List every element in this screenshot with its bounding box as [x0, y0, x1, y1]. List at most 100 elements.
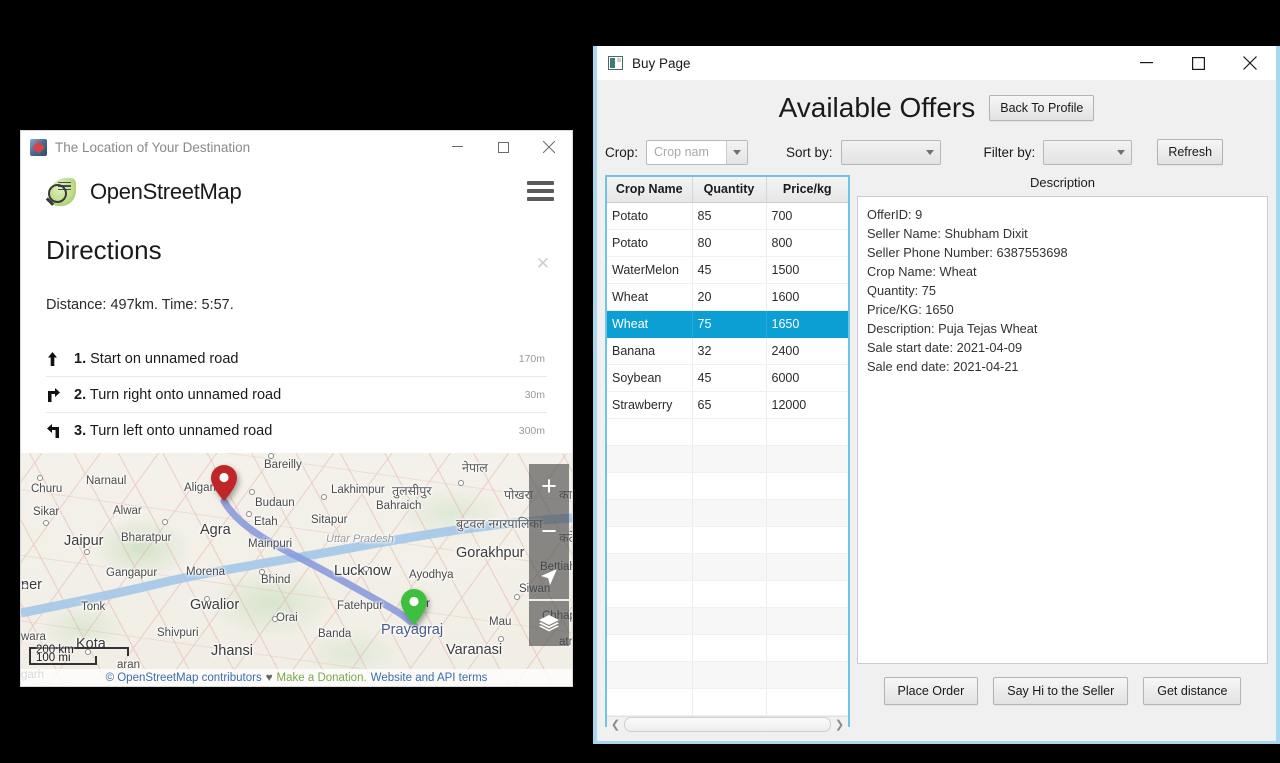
page-title: Available Offers — [778, 91, 976, 123]
buy-page-header: Available Offers Back To Profile — [597, 81, 1276, 123]
osm-maximize-button[interactable] — [480, 131, 526, 163]
table-row-empty[interactable] — [607, 688, 848, 716]
table-row[interactable]: Banana 32 2400 — [607, 337, 848, 365]
description-line: OfferID: 9 — [867, 207, 923, 222]
map-label: Orai — [276, 612, 298, 624]
back-to-profile-button[interactable]: Back To Profile — [989, 94, 1095, 121]
directions-step[interactable]: 1. Start on unnamed road 170m — [46, 341, 547, 377]
cell-price: 700 — [766, 202, 848, 230]
offers-table[interactable]: Crop Name Quantity Price/kg Potato 85 70… — [607, 177, 848, 716]
cell-price: 1500 — [766, 256, 848, 284]
table-row[interactable]: Potato 85 700 — [607, 202, 848, 230]
column-header-crop-name[interactable]: Crop Name — [607, 177, 693, 203]
table-row-empty[interactable] — [607, 580, 848, 608]
buy-maximize-button[interactable] — [1172, 46, 1224, 80]
chevron-down-icon[interactable] — [920, 141, 940, 164]
sort-by-combobox[interactable] — [840, 139, 941, 165]
place-order-button[interactable]: Place Order — [883, 677, 979, 705]
get-distance-button[interactable]: Get distance — [1143, 677, 1242, 705]
make-donation-link[interactable]: Make a Donation. — [277, 672, 367, 684]
directions-panel: Directions ✕ Distance: 497km. Time: 5:57… — [21, 235, 572, 448]
zoom-out-button[interactable]: − — [529, 509, 569, 554]
table-row-empty[interactable] — [607, 526, 848, 554]
say-hi-to-seller-button[interactable]: Say Hi to the Seller — [993, 677, 1129, 705]
osm-minimize-button[interactable] — [434, 131, 480, 163]
table-row[interactable]: WaterMelon 45 1500 — [607, 256, 848, 284]
cell-crop-name: Wheat — [607, 310, 693, 338]
directions-step[interactable]: 3. Turn left onto unnamed road 300m — [46, 413, 547, 448]
table-row-empty[interactable] — [607, 418, 848, 446]
column-header-price[interactable]: Price/kg — [766, 177, 848, 203]
map-scale-imperial: 100 mi — [36, 652, 71, 664]
map-label: Lakhimpur — [331, 484, 385, 496]
buy-page-titlebar: Buy Page — [597, 46, 1276, 81]
table-row[interactable]: Soybean 45 6000 — [607, 364, 848, 392]
locate-arrow-icon[interactable] — [529, 554, 569, 599]
website-api-terms-link[interactable]: Website and API terms — [371, 672, 488, 684]
crop-name-combobox[interactable]: Crop nam — [646, 139, 749, 165]
table-row-empty[interactable] — [607, 445, 848, 473]
map-label: Shivpuri — [157, 627, 199, 639]
chevron-right-icon[interactable]: ❯ — [832, 718, 847, 731]
table-row-empty[interactable] — [607, 634, 848, 662]
table-row[interactable]: Wheat 20 1600 — [607, 283, 848, 311]
description-line: Description: Puja Tejas Wheat — [867, 321, 1038, 336]
description-line: Seller Name: Shubham Dixit — [867, 226, 1028, 241]
table-row-empty[interactable] — [607, 499, 848, 527]
directions-step[interactable]: 2. Turn right onto unnamed road 30m — [46, 377, 547, 413]
table-row-empty[interactable] — [607, 607, 848, 635]
hamburger-menu-icon[interactable] — [527, 181, 554, 205]
osm-window-title: The Location of Your Destination — [55, 139, 251, 155]
column-header-quantity[interactable]: Quantity — [692, 177, 767, 203]
zoom-in-button[interactable]: + — [529, 464, 569, 509]
buy-minimize-button[interactable] — [1120, 46, 1172, 80]
buy-close-button[interactable] — [1224, 46, 1276, 80]
osm-close-button[interactable] — [526, 131, 572, 163]
table-row-empty[interactable] — [607, 661, 848, 689]
osm-contributors-link[interactable]: © OpenStreetMap contributors — [106, 672, 262, 684]
description-line: Quantity: 75 — [867, 283, 937, 298]
origin-marker-green[interactable] — [401, 589, 427, 625]
table-row[interactable]: Strawberry 65 12000 — [607, 391, 848, 419]
directions-summary: Distance: 497km. Time: 5:57. — [46, 297, 234, 313]
layers-stack-icon[interactable] — [529, 601, 569, 646]
description-textarea[interactable]: OfferID: 9 Seller Name: Shubham Dixit Se… — [857, 196, 1268, 664]
map-label: wara — [21, 631, 46, 643]
table-row-empty[interactable] — [607, 472, 848, 500]
table-row-empty[interactable] — [607, 553, 848, 581]
filter-by-combobox[interactable] — [1043, 139, 1133, 165]
table-row-selected[interactable]: Wheat 75 1650 — [607, 310, 848, 338]
map-canvas[interactable]: Churu Narnaul Sikar Alwar Aligarh Budaun… — [21, 453, 572, 686]
description-line: Sale start date: 2021-04-09 — [867, 340, 1023, 355]
offers-table-header: Crop Name Quantity Price/kg — [607, 177, 848, 203]
cell-crop-name: Wheat — [607, 283, 693, 311]
table-row[interactable]: Potato 80 800 — [607, 229, 848, 257]
osm-window-buttons — [434, 131, 572, 163]
map-label: Churu — [31, 483, 63, 495]
description-line: Sale end date: 2021-04-21 — [867, 359, 1019, 374]
map-label: Etah — [254, 516, 278, 528]
chevron-down-icon[interactable] — [1111, 141, 1131, 164]
crop-name-input[interactable]: Crop nam — [647, 141, 726, 164]
chevron-left-icon[interactable]: ❮ — [608, 718, 623, 731]
directions-close-icon[interactable]: ✕ — [536, 254, 550, 274]
map-label: Jaipur — [64, 533, 104, 549]
cell-crop-name: Banana — [607, 337, 693, 365]
map-label: Sitapur — [311, 514, 348, 526]
desktop-background: The Location of Your Destination OpenStr… — [0, 0, 1280, 763]
description-line: Price/KG: 1650 — [867, 302, 954, 317]
destination-marker-red[interactable] — [211, 465, 237, 501]
directions-step-number: 2. — [74, 386, 87, 403]
directions-step-label: Start on unnamed road — [90, 350, 239, 367]
table-horizontal-scrollbar[interactable]: ❮ ❯ — [607, 715, 848, 732]
buy-page-window: Buy Page Available Offers Back To Profil… — [593, 46, 1280, 744]
chevron-down-icon[interactable] — [726, 140, 748, 164]
directions-step-text: 1. Start on unnamed road — [74, 351, 519, 367]
map-label: Mau — [489, 616, 512, 628]
scrollbar-thumb[interactable] — [624, 716, 831, 732]
offers-table-container[interactable]: Crop Name Quantity Price/kg Potato 85 70… — [605, 175, 850, 732]
map-label: Mainpuri — [248, 538, 293, 550]
crop-label: Crop: — [605, 144, 639, 160]
directions-step-distance: 170m — [518, 352, 545, 365]
refresh-button[interactable]: Refresh — [1157, 139, 1224, 165]
